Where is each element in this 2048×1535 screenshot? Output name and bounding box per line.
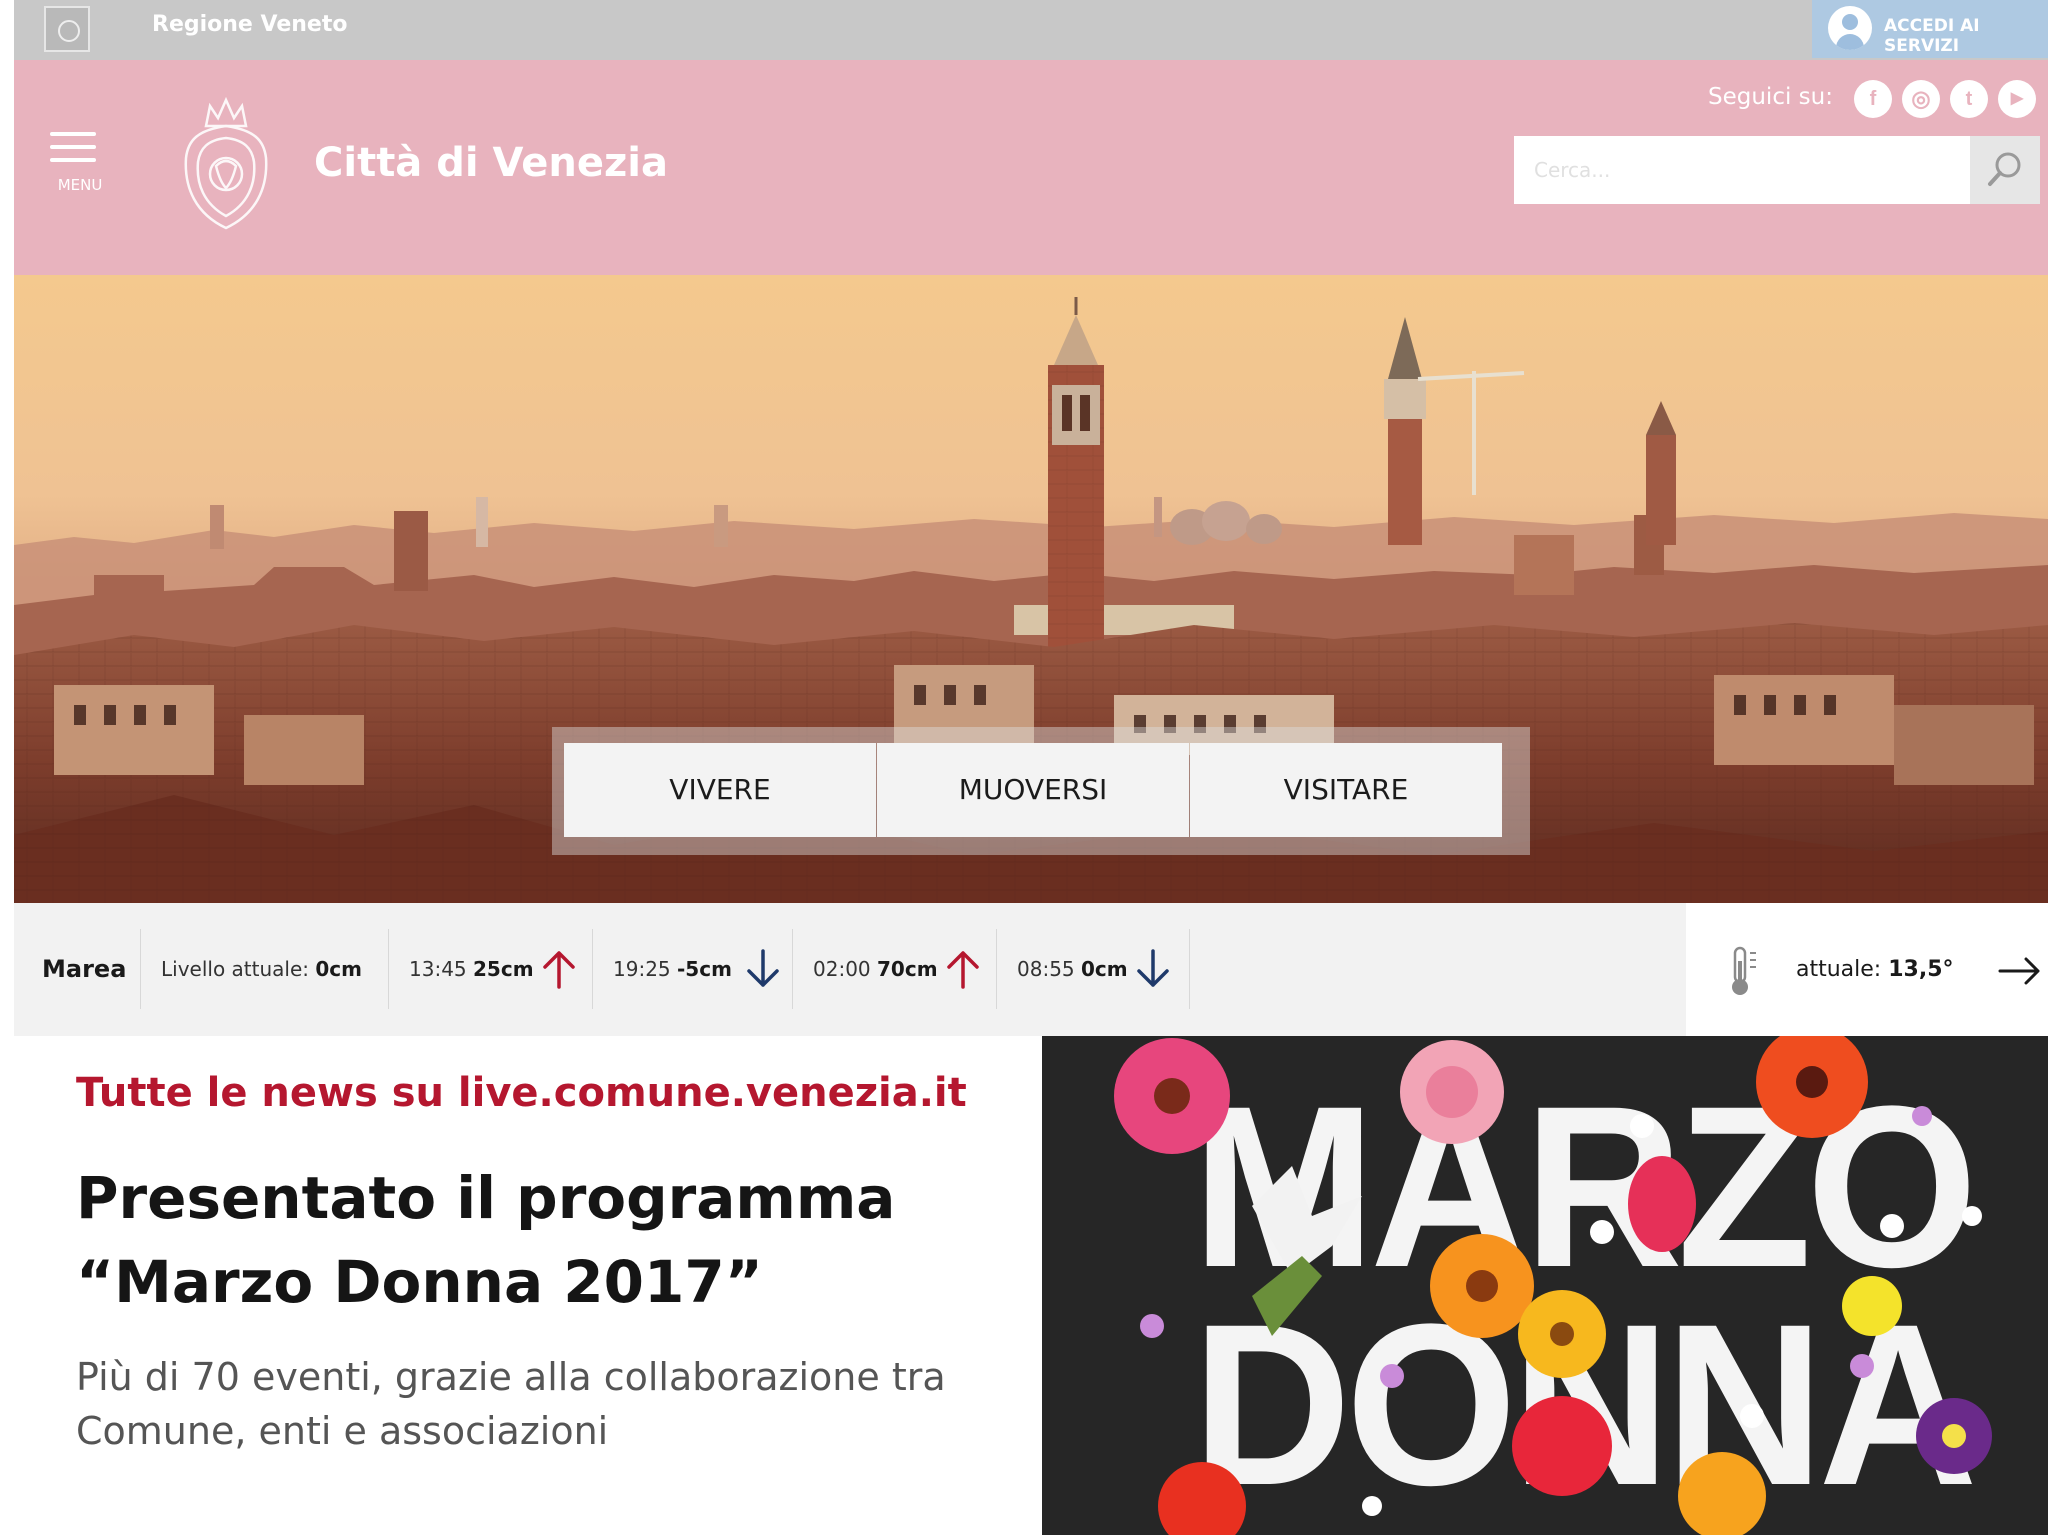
tide-forecast: 19:25 -5cm: [592, 929, 792, 1009]
news-excerpt-line: Comune, enti e associazioni: [76, 1409, 609, 1453]
tide-title: Marea: [42, 955, 127, 983]
tide-bar: Marea Livello attuale: 0cm 13:45 25cm 19…: [14, 903, 2048, 1036]
login-label: ACCEDI AI SERVIZI: [1884, 16, 1980, 56]
tide-forecast-value: 25cm: [473, 957, 534, 981]
tide-current: Livello attuale: 0cm: [140, 929, 388, 1009]
youtube-icon[interactable]: ▶: [1998, 80, 2036, 118]
news-title-line: Presentato il programma: [76, 1164, 896, 1232]
tab-visitare[interactable]: VISITARE: [1190, 743, 1502, 837]
weather-widget[interactable]: attuale: 13,5°: [1686, 903, 2048, 1036]
tide-forecast-value: 70cm: [877, 957, 938, 981]
menu-label: MENU: [57, 176, 103, 194]
arrow-up-icon: [947, 951, 979, 989]
tide-forecast-value: 0cm: [1081, 957, 1128, 981]
region-link[interactable]: Regione Veneto: [152, 12, 347, 37]
tide-forecast: 13:45 25cm: [388, 929, 592, 1009]
tide-forecast-value: -5cm: [677, 957, 732, 981]
thermometer-icon: [1732, 946, 1756, 995]
regione-veneto-logo[interactable]: [44, 6, 90, 52]
hamburger-icon: [48, 132, 112, 162]
search-input[interactable]: [1514, 136, 1970, 204]
arrow-right-icon[interactable]: [1998, 955, 2042, 987]
news-title-line: “Marzo Donna 2017”: [76, 1248, 763, 1316]
login-button[interactable]: ACCEDI AI SERVIZI: [1812, 0, 2048, 58]
menu-button[interactable]: MENU: [48, 132, 112, 202]
user-icon: [1828, 6, 1872, 50]
tide-forecast-time: 02:00: [813, 957, 871, 981]
search-icon: [1988, 152, 2021, 186]
tide-forecast: 08:55 0cm: [996, 929, 1190, 1009]
arrow-up-icon: [543, 951, 575, 989]
instagram-icon[interactable]: ◎: [1902, 80, 1940, 118]
marzo-donna-poster: MARZO DONNA: [1042, 1036, 2048, 1535]
facebook-icon[interactable]: f: [1854, 80, 1892, 118]
news-source-link[interactable]: Tutte le news su live.comune.venezia.it: [76, 1070, 967, 1116]
arrow-down-icon: [747, 949, 779, 987]
search-button[interactable]: [1970, 136, 2040, 204]
site-title[interactable]: Città di Venezia: [314, 140, 668, 186]
hero-banner: VIVERE MUOVERSI VISITARE: [14, 275, 2048, 903]
top-bar: Regione Veneto ACCEDI AI SERVIZI: [14, 0, 2048, 60]
site-header: MENU Città di Venezia Seguici su: f ◎ t …: [14, 60, 2048, 275]
twitter-icon[interactable]: t: [1950, 80, 1988, 118]
weather-label: attuale:: [1796, 957, 1882, 982]
weather-value: 13,5°: [1888, 957, 1954, 982]
city-crest-logo[interactable]: [176, 96, 276, 234]
tide-forecast-time: 19:25: [613, 957, 671, 981]
follow-label: Seguici su:: [1708, 84, 1833, 110]
tide-current-value: 0cm: [315, 957, 363, 981]
news-image[interactable]: MARZO DONNA: [1042, 1036, 2048, 1535]
tide-forecast: 02:00 70cm: [792, 929, 996, 1009]
tab-vivere[interactable]: VIVERE: [564, 743, 876, 837]
hero-nav: VIVERE MUOVERSI VISITARE: [552, 727, 1530, 855]
news-excerpt-line: Più di 70 eventi, grazie alla collaboraz…: [76, 1355, 946, 1399]
tide-forecast-time: 13:45: [409, 957, 467, 981]
tide-forecast-time: 08:55: [1017, 957, 1075, 981]
news-excerpt: Più di 70 eventi, grazie alla collaboraz…: [76, 1350, 996, 1458]
news-title[interactable]: Presentato il programma “Marzo Donna 201…: [76, 1156, 976, 1324]
tab-muoversi[interactable]: MUOVERSI: [877, 743, 1189, 837]
tide-current-label: Livello attuale:: [161, 957, 310, 981]
page: Regione Veneto ACCEDI AI SERVIZI MENU Ci…: [14, 0, 2048, 1535]
arrow-down-icon: [1137, 949, 1169, 987]
